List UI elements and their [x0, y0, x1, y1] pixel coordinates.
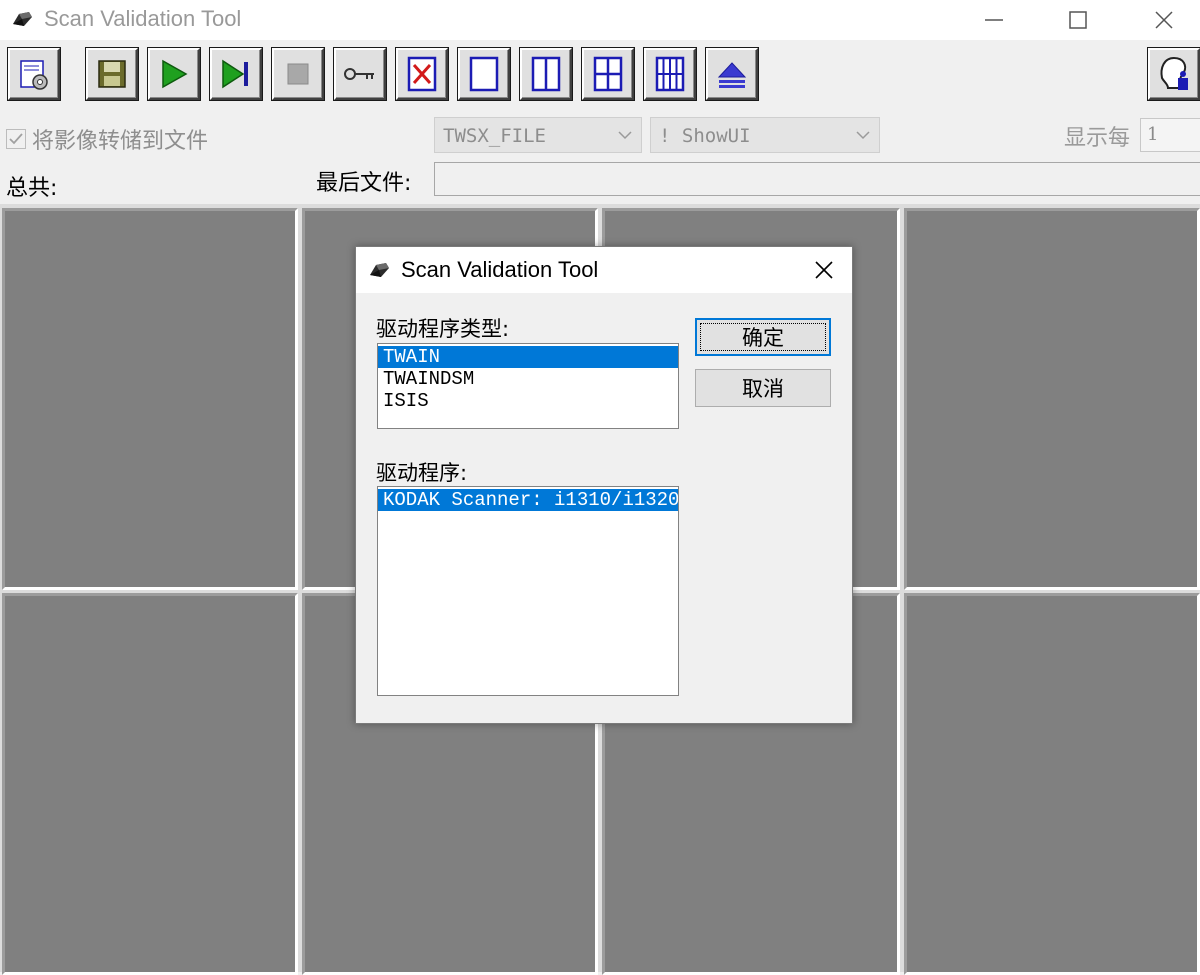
image-tile[interactable] — [2, 208, 298, 590]
layout-4-icon — [593, 56, 623, 92]
format-combo-value: TWSX_FILE — [443, 125, 546, 147]
dialog-title-bar[interactable]: Scan Validation Tool — [356, 247, 852, 293]
scan-button[interactable] — [148, 48, 200, 100]
dump-to-file-label: 将影像转储到文件 — [32, 129, 209, 154]
scan-one-button[interactable] — [210, 48, 262, 100]
list-item[interactable]: ISIS — [378, 390, 678, 412]
show-every-input[interactable]: 1 — [1140, 118, 1200, 152]
maximize-button[interactable] — [1048, 0, 1108, 40]
chevron-down-icon — [618, 131, 632, 140]
cancel-button-label: 取消 — [742, 377, 784, 401]
save-button[interactable] — [86, 48, 138, 100]
last-file-label: 最后文件: — [316, 171, 412, 196]
image-tile[interactable] — [904, 208, 1200, 590]
list-item[interactable]: TWAIN — [378, 346, 678, 368]
list-item[interactable]: KODAK Scanner: i1310/i1320 — [378, 489, 678, 511]
settings-icon — [20, 60, 48, 90]
dump-to-file-checkbox[interactable] — [6, 129, 26, 149]
window-title: Scan Validation Tool — [44, 6, 242, 31]
image-tile[interactable] — [2, 593, 298, 975]
settings-button[interactable] — [8, 48, 60, 100]
help-button[interactable] — [1148, 48, 1200, 100]
eject-icon — [717, 62, 747, 88]
driver-dialog: Scan Validation Tool 驱动程序类型: TWAIN TWAIN… — [355, 246, 853, 724]
eject-button[interactable] — [706, 48, 758, 100]
driver-type-label: 驱动程序类型: — [376, 317, 510, 341]
maximize-icon — [1069, 11, 1087, 29]
driver-label: 驱动程序: — [376, 461, 468, 485]
checkmark-icon — [9, 133, 23, 145]
key-icon — [344, 68, 374, 80]
ui-mode-combo[interactable]: ! ShowUI — [650, 117, 880, 153]
play-icon — [162, 59, 188, 89]
app-icon — [366, 259, 392, 285]
total-label: 总共: — [6, 176, 58, 201]
help-icon — [1160, 56, 1188, 90]
layout-1-button[interactable] — [458, 48, 510, 100]
title-bar[interactable]: Scan Validation Tool — [0, 0, 1200, 40]
layout-8-icon — [655, 56, 685, 92]
list-item[interactable]: TWAINDSM — [378, 368, 678, 390]
minimize-icon — [985, 19, 1003, 21]
driver-list[interactable]: KODAK Scanner: i1310/i1320 — [377, 486, 679, 696]
ok-button[interactable]: 确定 — [695, 318, 831, 356]
chevron-down-icon — [856, 131, 870, 140]
close-button[interactable] — [1134, 0, 1194, 40]
image-tile[interactable] — [904, 593, 1200, 975]
show-every-label: 显示每 — [1064, 126, 1131, 151]
driver-type-list[interactable]: TWAIN TWAINDSM ISIS — [377, 343, 679, 429]
save-icon — [98, 60, 126, 88]
close-icon — [815, 261, 833, 279]
close-icon — [1155, 11, 1173, 29]
layout-4-button[interactable] — [582, 48, 634, 100]
layout-2-icon — [531, 56, 561, 92]
clear-button[interactable] — [396, 48, 448, 100]
key-button[interactable] — [334, 48, 386, 100]
stop-icon — [287, 63, 309, 85]
dump-to-file-option[interactable]: 将影像转储到文件 — [6, 123, 208, 155]
clear-icon — [407, 56, 437, 92]
format-combo[interactable]: TWSX_FILE — [434, 117, 642, 153]
dialog-title: Scan Validation Tool — [401, 257, 599, 282]
minimize-button[interactable] — [964, 0, 1024, 40]
app-icon — [10, 8, 34, 30]
cancel-button[interactable]: 取消 — [695, 369, 831, 407]
ui-mode-combo-value: ! ShowUI — [659, 125, 751, 147]
layout-2-button[interactable] — [520, 48, 572, 100]
stop-button[interactable] — [272, 48, 324, 100]
dialog-close-button[interactable] — [808, 255, 840, 285]
last-file-field — [434, 162, 1200, 196]
step-forward-icon — [222, 59, 248, 89]
layout-1-icon — [469, 56, 499, 92]
layout-8-button[interactable] — [644, 48, 696, 100]
focus-ring — [700, 323, 826, 351]
